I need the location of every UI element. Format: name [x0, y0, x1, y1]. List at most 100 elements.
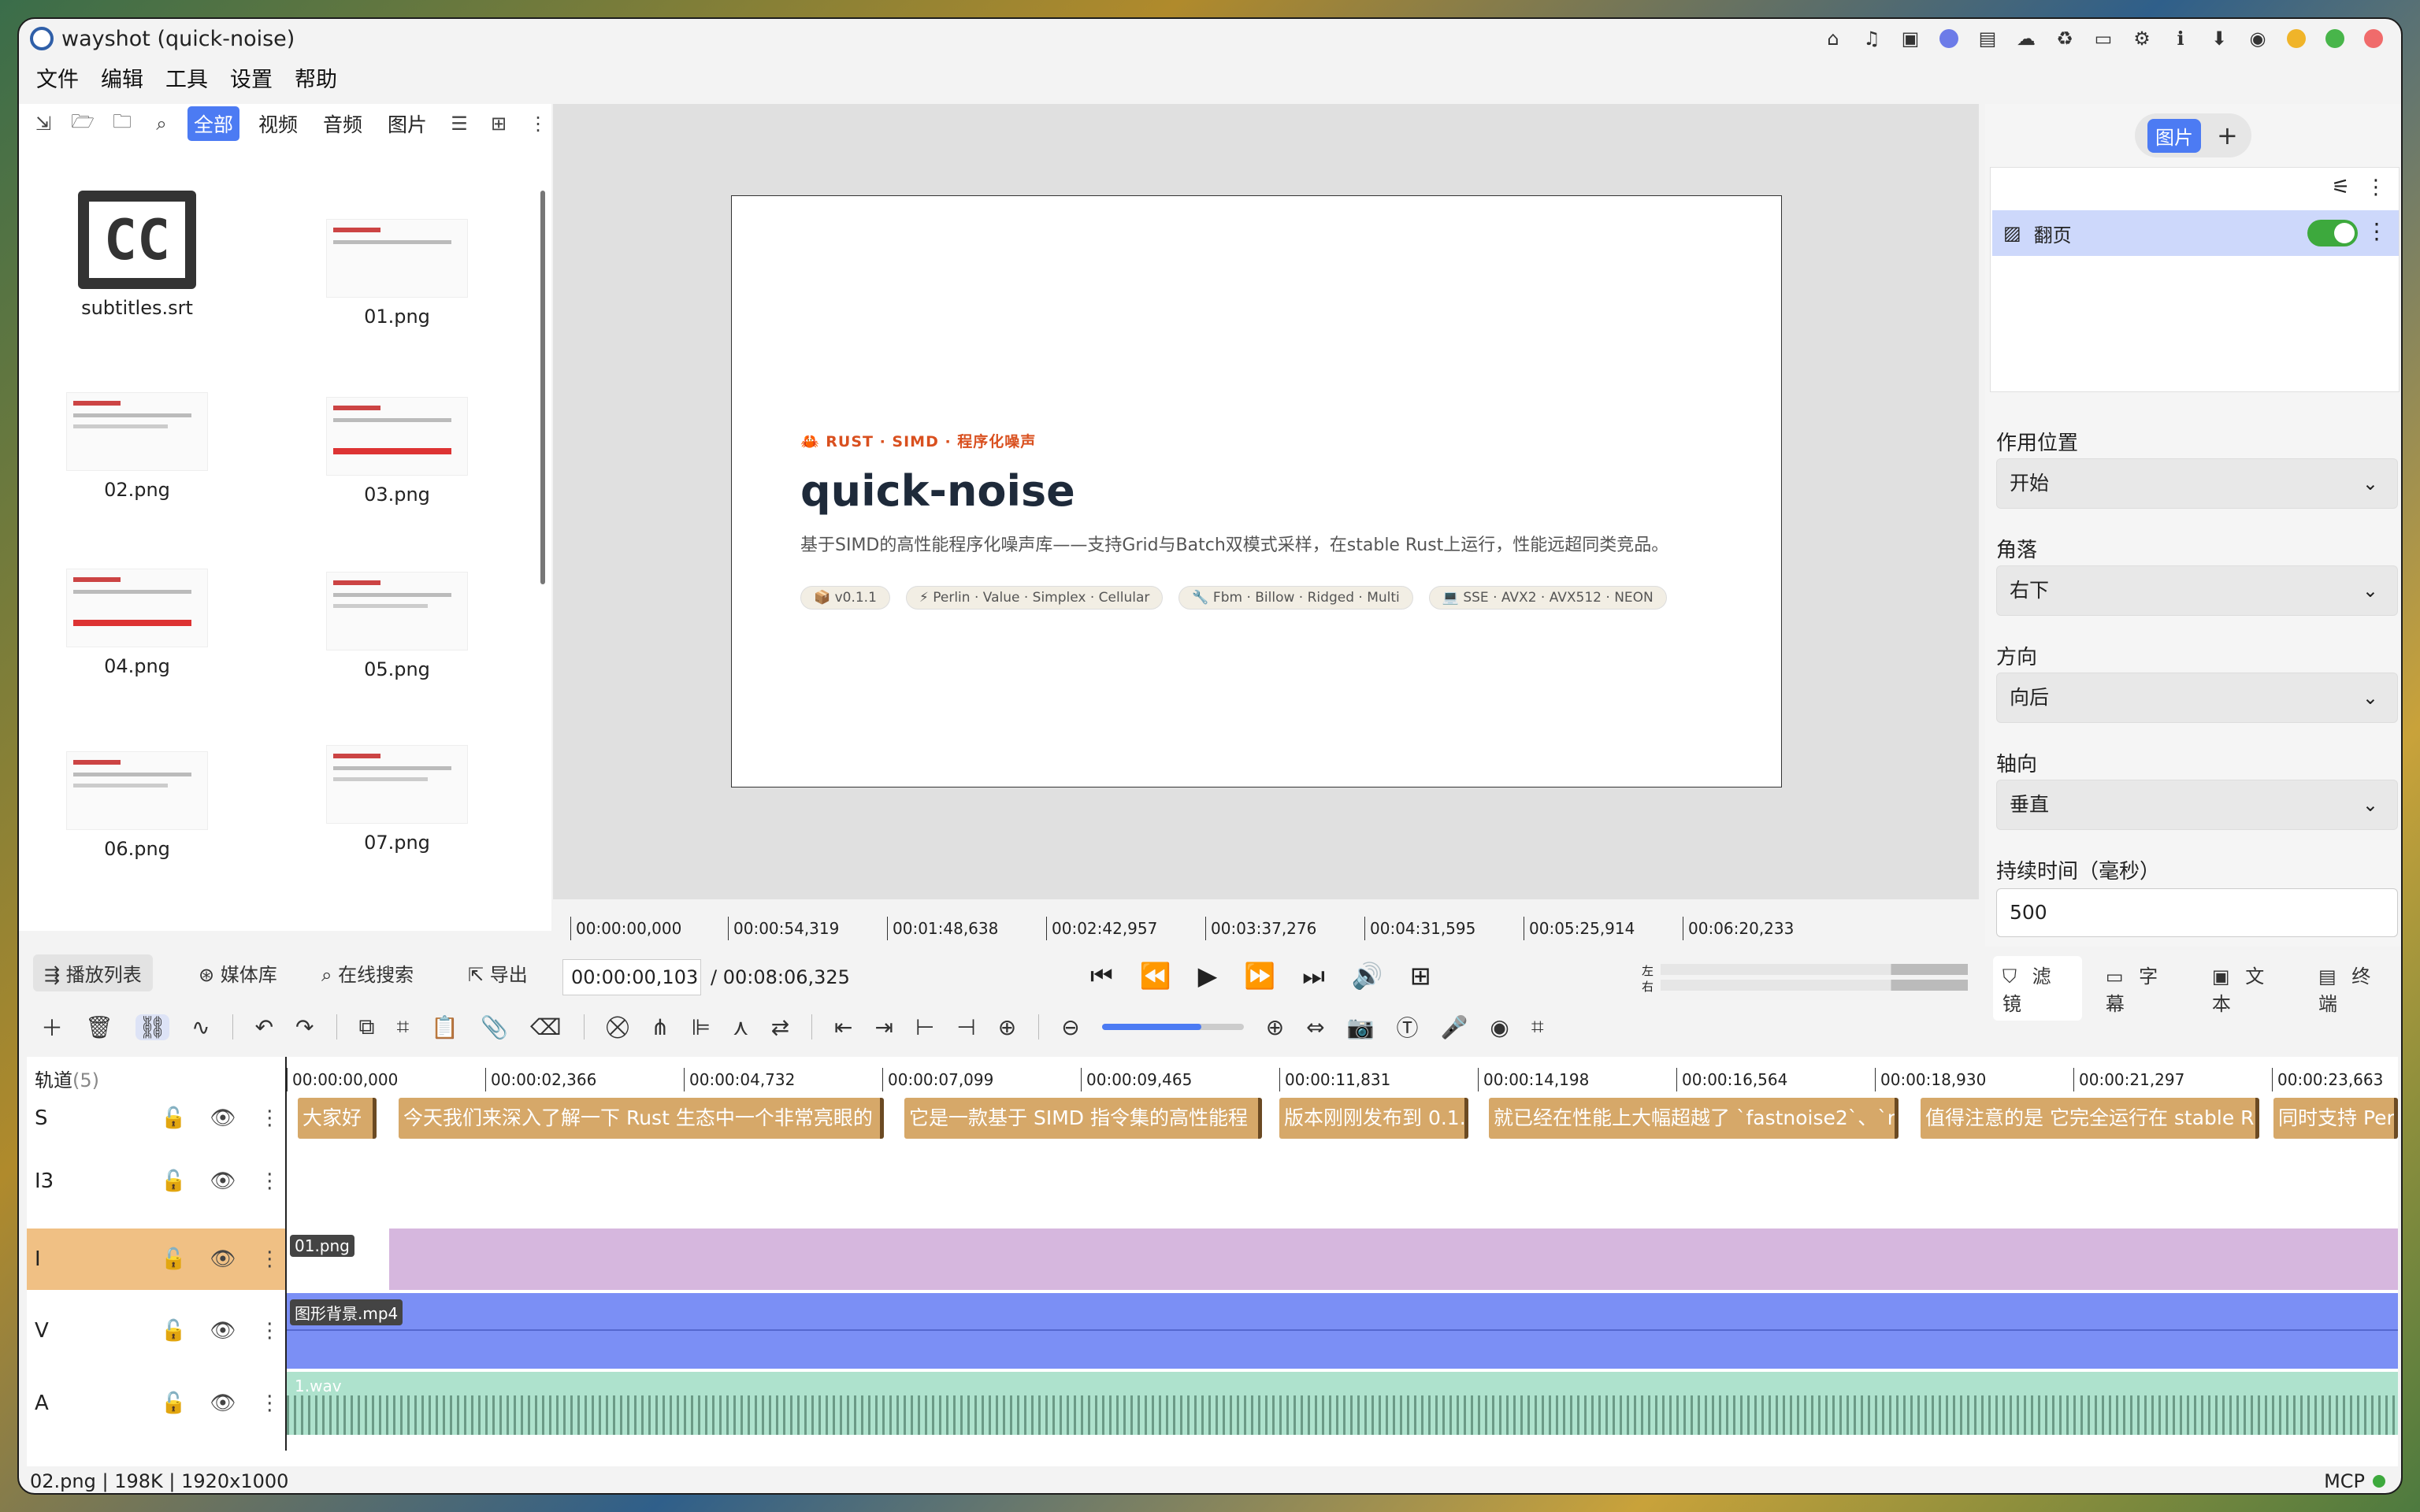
tab-media-library[interactable]: ⊛ 媒体库	[187, 954, 288, 991]
play-icon[interactable]: ▶	[1198, 961, 1218, 991]
layout-icon[interactable]	[1937, 27, 1961, 50]
tab-playlist[interactable]: ⇶ 播放列表	[33, 954, 153, 991]
menu-help[interactable]: 帮助	[295, 62, 337, 93]
trash-icon[interactable]: 🗑	[85, 1014, 113, 1040]
eye-icon[interactable]: 👁	[210, 1247, 236, 1271]
menu-file[interactable]: 文件	[36, 62, 79, 93]
tab-online-search[interactable]: ⌕ 在线搜索	[310, 954, 425, 991]
jump-start-icon[interactable]: ⇤	[834, 1014, 852, 1040]
more-icon[interactable]: ⋮	[259, 1106, 280, 1130]
download-icon[interactable]: ⬇	[2207, 27, 2231, 50]
minimize-button[interactable]	[2285, 27, 2308, 50]
media-item[interactable]: 03.png	[318, 397, 476, 506]
split-icon[interactable]: ⋏	[733, 1014, 749, 1040]
camera-icon[interactable]: 📷	[1347, 1014, 1375, 1040]
current-time-field[interactable]: 00:00:00,103	[562, 959, 701, 995]
maximize-button[interactable]	[2323, 27, 2347, 50]
align-icon[interactable]: ⊫	[692, 1014, 711, 1040]
more-icon[interactable]: ⋮	[2366, 176, 2386, 199]
timeline-ruler[interactable]: 00:00:00,000 00:00:02,366 00:00:04,732 0…	[287, 1057, 2398, 1091]
segment-image[interactable]: 图片	[2147, 118, 2201, 153]
menu-tools[interactable]: 工具	[165, 62, 208, 93]
zoom-out-icon[interactable]: ⊖	[1061, 1014, 1079, 1040]
lock-icon[interactable]: 🔓	[161, 1106, 186, 1130]
github-icon[interactable]: ◉	[2246, 27, 2270, 50]
subtitle-clip[interactable]: 它是一款基于 SIMD 指令集的高性能程	[904, 1098, 1262, 1139]
skip-end-icon[interactable]: ⏭	[1302, 961, 1325, 991]
gear-icon[interactable]: ⚙	[2130, 27, 2154, 50]
tab-image[interactable]: 图片	[381, 106, 433, 141]
copy-icon[interactable]: ⧉	[359, 1014, 375, 1040]
bell-icon[interactable]: ♫	[1860, 27, 1884, 50]
lock-icon[interactable]: 🔓	[161, 1169, 186, 1193]
eye-icon[interactable]: 👁	[210, 1106, 236, 1130]
corner-select[interactable]: 右下 ⌄	[1996, 565, 2398, 616]
eye-icon[interactable]: 👁	[210, 1169, 236, 1193]
media-scrollbar[interactable]	[540, 191, 545, 584]
undo-icon[interactable]: ↶	[255, 1014, 273, 1040]
subtitle-clip[interactable]: 版本刚刚发布到 0.1.	[1279, 1098, 1468, 1139]
eye-icon[interactable]: 👁	[210, 1392, 236, 1415]
link-icon[interactable]: ⛓	[135, 1014, 170, 1040]
eye-icon[interactable]: 👁	[210, 1319, 236, 1343]
position-select[interactable]: 开始 ⌄	[1996, 458, 2398, 509]
lock-icon[interactable]: 🔓	[161, 1319, 186, 1343]
grid-view-icon[interactable]: ⊞	[485, 110, 512, 137]
track-header-a[interactable]: A 🔓 👁 ⋮	[27, 1372, 287, 1435]
tab-video[interactable]: 视频	[252, 106, 304, 141]
axis-select[interactable]: 垂直 ⌄	[1996, 780, 2398, 830]
unlink-icon[interactable]: ⛒	[607, 1014, 629, 1040]
lock-icon[interactable]: 🔓	[161, 1392, 186, 1415]
trim-left-icon[interactable]: ⊢	[915, 1014, 934, 1040]
attach-icon[interactable]: 📎	[481, 1014, 508, 1040]
media-item[interactable]: 04.png	[58, 569, 216, 677]
zoom-in-icon[interactable]: ⊕	[1266, 1014, 1284, 1040]
track-header-v[interactable]: V 🔓 👁 ⋮	[27, 1293, 287, 1369]
media-item[interactable]: 05.png	[318, 572, 476, 680]
tab-subtitles[interactable]: ▭ 字幕	[2096, 956, 2188, 1021]
grid-icon[interactable]: ⊞	[1410, 961, 1431, 991]
zoom-slider[interactable]	[1101, 1024, 1244, 1030]
add-icon[interactable]: ＋	[41, 1011, 63, 1043]
jump-end-icon[interactable]: ⇥	[875, 1014, 893, 1040]
tab-text[interactable]: ▣ 文本	[2203, 956, 2295, 1021]
track-header-s[interactable]: S 🔓 👁 ⋮	[27, 1096, 287, 1140]
tab-filters[interactable]: ⛉ 滤镜	[1993, 956, 2082, 1021]
record-icon[interactable]: ◉	[1490, 1014, 1509, 1040]
subtitle-clip[interactable]: 大家好	[298, 1098, 377, 1139]
subtitle-clip[interactable]: 同时支持 Perlin	[2273, 1098, 2398, 1139]
media-item[interactable]: 07.png	[318, 745, 476, 854]
cloud-upload-icon[interactable]: ☁	[2014, 27, 2038, 50]
redo-icon[interactable]: ↷	[295, 1014, 314, 1040]
duration-input[interactable]: 500	[1996, 888, 2398, 937]
media-item[interactable]: 06.png	[58, 751, 216, 860]
subtitle-clip[interactable]: 值得注意的是 它完全运行在 stable R	[1921, 1098, 2259, 1139]
image-track[interactable]	[287, 1228, 2398, 1290]
replace-icon[interactable]: ⇄	[771, 1014, 789, 1040]
mic-icon[interactable]: 🎤	[1441, 1014, 1468, 1040]
list-view-icon[interactable]: ☰	[446, 110, 473, 137]
subtitle-clip[interactable]: 就已经在性能上大幅超越了 `fastnoise2`、`r	[1489, 1098, 1899, 1139]
media-item[interactable]: 01.png	[318, 219, 476, 328]
volume-icon[interactable]: 🔊	[1352, 961, 1383, 991]
media-item[interactable]: 02.png	[58, 392, 216, 501]
filter-row[interactable]: ▨ 翻页 ⋮	[1992, 210, 2399, 256]
home-icon[interactable]: ⌂	[1821, 27, 1845, 50]
more-icon[interactable]: ⋮	[259, 1247, 280, 1271]
filter-toggle[interactable]	[2307, 220, 2358, 246]
window-icon[interactable]: ▣	[1899, 27, 1922, 50]
lock-icon[interactable]: 🔓	[161, 1247, 186, 1271]
import-icon[interactable]: ⇲	[30, 110, 57, 137]
more-icon[interactable]: ⋮	[259, 1169, 280, 1193]
paste-icon[interactable]: 📋	[431, 1014, 458, 1040]
fit-width-icon[interactable]: ⇔	[1306, 1014, 1324, 1040]
playhead[interactable]	[285, 1057, 287, 1451]
tab-audio[interactable]: 音频	[317, 106, 369, 141]
preview-ruler[interactable]: 00:00:00,000 00:00:54,319 00:01:48,638 0…	[570, 899, 1979, 943]
more-icon[interactable]: ⋮	[525, 110, 551, 137]
snap-icon[interactable]: ⋔	[651, 1014, 669, 1040]
tab-all[interactable]: 全部	[187, 106, 240, 141]
clear-icon[interactable]: ⌫	[530, 1014, 562, 1040]
tab-export[interactable]: ⇱ 导出	[457, 954, 539, 991]
trim-right-icon[interactable]: ⊣	[956, 1014, 975, 1040]
